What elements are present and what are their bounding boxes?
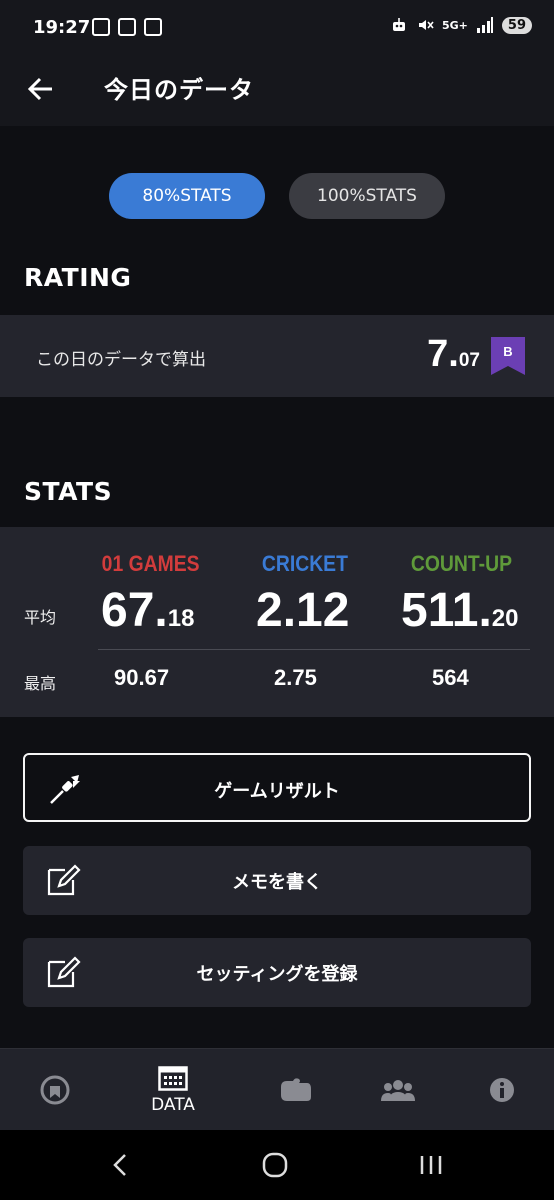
rating-badge-letter: B	[503, 344, 512, 359]
best-row-label: 最高	[24, 674, 57, 693]
puzzle-icon	[281, 1078, 311, 1101]
nav-label-data: DATA	[151, 1095, 195, 1115]
system-home-icon[interactable]	[262, 1152, 288, 1178]
page-title: 今日のデータ	[104, 76, 254, 104]
status-right-icons: 5G+ 59	[390, 16, 532, 34]
write-memo-button[interactable]: メモを書く	[23, 846, 531, 915]
avg-01-games: 67.18	[101, 584, 195, 637]
best-cricket: 2.75	[274, 665, 317, 690]
system-back-icon[interactable]	[110, 1152, 130, 1178]
nav-item-info[interactable]	[447, 1049, 554, 1131]
status-time: 19:27	[33, 17, 91, 38]
tab-100-stats[interactable]: 100%STATS	[289, 173, 445, 219]
nav-item-badge[interactable]	[0, 1049, 110, 1131]
rating-value: 7.07	[427, 333, 480, 376]
group-icon	[381, 1080, 415, 1101]
signal-icon	[476, 17, 493, 33]
calendar-icon	[158, 1066, 188, 1091]
write-memo-label: メモを書く	[232, 872, 322, 893]
nav-item-puzzle[interactable]	[241, 1049, 351, 1131]
system-nav-bar	[0, 1130, 554, 1200]
avg-cricket: 2.12	[256, 584, 350, 637]
best-count-up: 564	[432, 665, 469, 690]
avg-row-label: 平均	[24, 608, 57, 627]
network-type: 5G+	[442, 18, 468, 32]
rating-section-title: RATING	[24, 263, 132, 292]
battery-level: 59	[501, 16, 532, 34]
system-recents-icon[interactable]	[418, 1154, 444, 1176]
register-setting-button[interactable]: セッティングを登録	[23, 938, 531, 1007]
stats-panel: 01 GAMES CRICKET COUNT-UP 平均 67.18 2.12 …	[0, 527, 554, 717]
rating-value-dec: 07	[458, 350, 480, 371]
info-icon	[490, 1078, 514, 1102]
stats-col-count-up: COUNT-UP	[410, 551, 512, 576]
mute-icon	[419, 20, 434, 30]
rating-badge-icon: B	[491, 337, 525, 375]
badge-icon	[40, 1075, 70, 1105]
back-arrow-icon[interactable]	[26, 74, 56, 104]
status-bar: 19:27 5G+ 59	[0, 0, 554, 58]
game-result-label: ゲームリザルト	[214, 781, 340, 802]
best-01-games: 90.67	[114, 665, 170, 690]
rating-panel: この日のデータで算出 7.07 B	[0, 315, 554, 397]
stats-col-cricket: CRICKET	[261, 551, 348, 576]
stats-col-01-games: 01 GAMES	[101, 551, 200, 576]
app-bar: 今日のデータ	[0, 58, 554, 126]
android-icon	[393, 18, 405, 31]
rating-value-int: 7.	[427, 333, 459, 375]
game-result-button[interactable]: ゲームリザルト	[23, 753, 531, 822]
rating-label: この日のデータで算出	[36, 350, 206, 370]
stats-divider	[98, 649, 530, 650]
stats-section-title: STATS	[24, 477, 113, 506]
status-notification-icons	[92, 18, 162, 36]
register-setting-label: セッティングを登録	[196, 964, 358, 985]
inbox-icon	[144, 18, 162, 36]
tab-80-stats[interactable]: 80%STATS	[109, 173, 265, 219]
bottom-nav: DATA	[0, 1048, 554, 1130]
screenshot-icon	[92, 18, 110, 36]
news-icon	[118, 18, 136, 36]
nav-item-group[interactable]	[343, 1049, 453, 1131]
nav-item-data[interactable]: DATA	[118, 1049, 228, 1131]
avg-count-up: 511.20	[401, 584, 519, 637]
